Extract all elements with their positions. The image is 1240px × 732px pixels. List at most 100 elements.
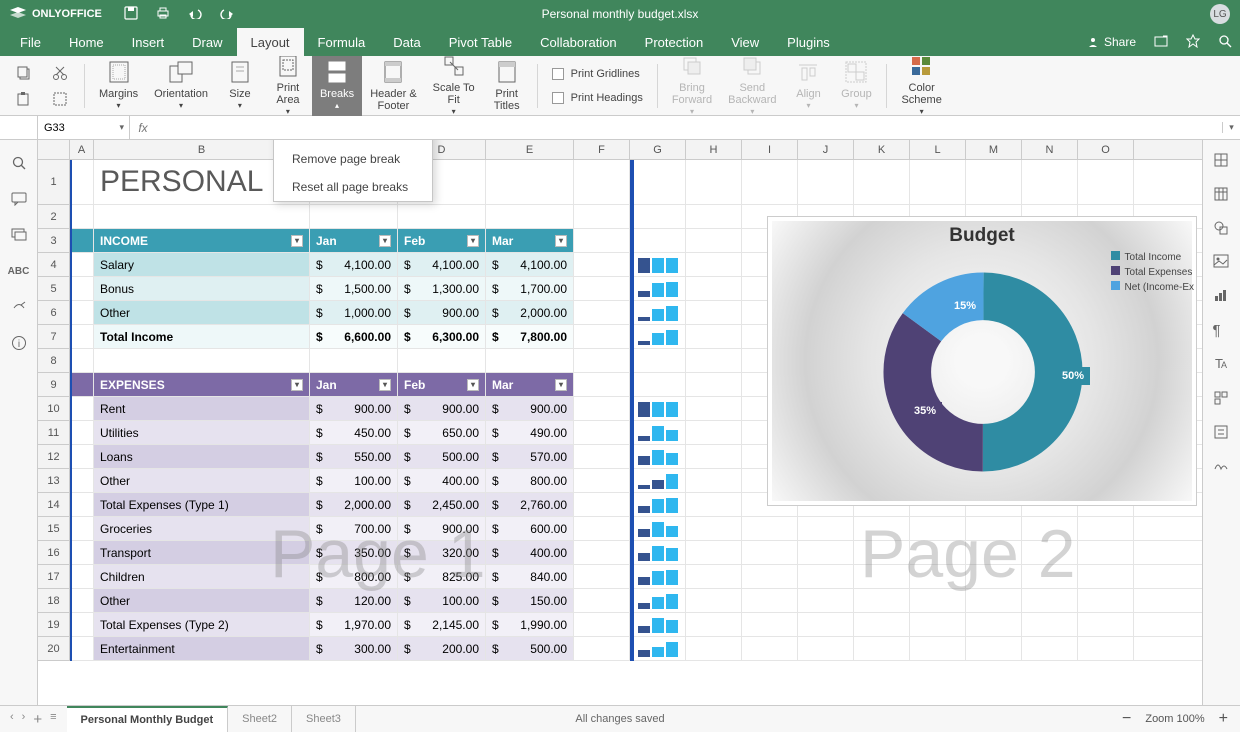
- send-backward-button[interactable]: Send Backward▾: [720, 49, 784, 122]
- row-header-9[interactable]: 9: [38, 373, 69, 397]
- row-header-13[interactable]: 13: [38, 469, 69, 493]
- signature-settings-icon[interactable]: [1213, 458, 1231, 476]
- row-header-5[interactable]: 5: [38, 277, 69, 301]
- row-header-17[interactable]: 17: [38, 565, 69, 589]
- print-titles-button[interactable]: Print Titles: [483, 55, 531, 116]
- row-header-4[interactable]: 4: [38, 253, 69, 277]
- chat-tool-icon[interactable]: [10, 226, 28, 244]
- pilcrow-icon[interactable]: ¶: [1213, 322, 1231, 340]
- search-tool-icon[interactable]: [10, 154, 28, 172]
- undo-icon[interactable]: [188, 7, 202, 22]
- sheet-list-icon[interactable]: ≡: [50, 711, 56, 728]
- print-icon[interactable]: [156, 6, 170, 23]
- align-button[interactable]: Align▾: [784, 55, 832, 116]
- col-header-M[interactable]: M: [966, 140, 1022, 159]
- menu-plugins[interactable]: Plugins: [773, 28, 844, 56]
- about-tool-icon[interactable]: i: [10, 334, 28, 352]
- sheet-tab-1[interactable]: Personal Monthly Budget: [67, 706, 229, 732]
- sheet-tab-3[interactable]: Sheet3: [292, 706, 356, 732]
- print-area-button[interactable]: Print Area▾: [264, 49, 312, 122]
- add-sheet-icon[interactable]: +: [33, 711, 42, 728]
- redo-icon[interactable]: [220, 7, 234, 22]
- zoom-out-icon[interactable]: −: [1122, 710, 1131, 728]
- menu-collab[interactable]: Collaboration: [526, 28, 631, 56]
- scale-fit-button[interactable]: Scale To Fit▾: [425, 49, 483, 122]
- shape-settings-icon[interactable]: [1213, 220, 1231, 238]
- user-avatar[interactable]: LG: [1210, 4, 1230, 24]
- cut-icon[interactable]: [48, 63, 72, 83]
- color-scheme-button[interactable]: Color Scheme▾: [893, 49, 949, 122]
- search-icon[interactable]: [1218, 34, 1232, 51]
- zoom-level[interactable]: Zoom 100%: [1145, 713, 1204, 725]
- orientation-button[interactable]: Orientation▾: [146, 55, 216, 116]
- textart-settings-icon[interactable]: TA: [1213, 356, 1231, 374]
- row-header-1[interactable]: 1: [38, 160, 69, 205]
- expand-formula-icon[interactable]: ▾: [1222, 122, 1240, 133]
- sheet-tab-2[interactable]: Sheet2: [228, 706, 292, 732]
- row-header-2[interactable]: 2: [38, 205, 69, 229]
- reset-page-breaks[interactable]: Reset all page breaks: [274, 173, 432, 201]
- group-button[interactable]: Group▾: [832, 55, 880, 116]
- row-header-15[interactable]: 15: [38, 517, 69, 541]
- menu-layout[interactable]: Layout: [237, 28, 304, 56]
- fx-label[interactable]: fx: [130, 121, 156, 135]
- breaks-button[interactable]: Breaks▴: [312, 55, 362, 116]
- col-header-O[interactable]: O: [1078, 140, 1134, 159]
- row-header-6[interactable]: 6: [38, 301, 69, 325]
- row-header-8[interactable]: 8: [38, 349, 69, 373]
- col-header-I[interactable]: I: [742, 140, 798, 159]
- cell-settings-icon[interactable]: [1213, 152, 1231, 170]
- col-header-G[interactable]: G: [630, 140, 686, 159]
- zoom-in-icon[interactable]: +: [1219, 710, 1228, 728]
- formula-input[interactable]: [156, 116, 1222, 139]
- spreadsheet-area[interactable]: ABCDEFGHIJKLMNO 123456789101112131415161…: [38, 140, 1202, 705]
- cell-reference[interactable]: G33▾: [38, 116, 130, 139]
- menu-data[interactable]: Data: [379, 28, 434, 56]
- print-headings-checkbox[interactable]: Print Headings: [552, 90, 643, 106]
- menu-protection[interactable]: Protection: [631, 28, 718, 56]
- size-button[interactable]: Size▾: [216, 55, 264, 116]
- row-header-19[interactable]: 19: [38, 613, 69, 637]
- open-location-icon[interactable]: [1154, 35, 1168, 50]
- menu-home[interactable]: Home: [55, 28, 118, 56]
- next-sheet-icon[interactable]: ›: [22, 711, 26, 728]
- row-header-3[interactable]: 3: [38, 229, 69, 253]
- col-header-K[interactable]: K: [854, 140, 910, 159]
- header-footer-button[interactable]: Header & Footer: [362, 55, 424, 116]
- share-button[interactable]: Share: [1087, 35, 1136, 49]
- row-header-12[interactable]: 12: [38, 445, 69, 469]
- slicer-settings-icon[interactable]: [1213, 424, 1231, 442]
- save-icon[interactable]: [124, 6, 138, 23]
- col-header-L[interactable]: L: [910, 140, 966, 159]
- menu-draw[interactable]: Draw: [178, 28, 236, 56]
- margins-button[interactable]: Margins▾: [91, 55, 146, 116]
- menu-file[interactable]: File: [6, 28, 55, 56]
- spellcheck-tool-icon[interactable]: ABC: [10, 262, 28, 280]
- col-header-A[interactable]: A: [70, 140, 94, 159]
- paste-icon[interactable]: [12, 89, 36, 109]
- menu-view[interactable]: View: [717, 28, 773, 56]
- col-header-N[interactable]: N: [1022, 140, 1078, 159]
- feedback-tool-icon[interactable]: [10, 298, 28, 316]
- row-header-18[interactable]: 18: [38, 589, 69, 613]
- row-header-20[interactable]: 20: [38, 637, 69, 661]
- row-header-7[interactable]: 7: [38, 325, 69, 349]
- select-icon[interactable]: [48, 89, 72, 109]
- row-header-16[interactable]: 16: [38, 541, 69, 565]
- row-header-14[interactable]: 14: [38, 493, 69, 517]
- favorite-icon[interactable]: [1186, 34, 1200, 51]
- menu-pivot[interactable]: Pivot Table: [435, 28, 526, 56]
- pivot-settings-icon[interactable]: [1213, 390, 1231, 408]
- menu-formula[interactable]: Formula: [304, 28, 380, 56]
- bring-forward-button[interactable]: Bring Forward▾: [664, 49, 720, 122]
- budget-chart[interactable]: Budget 50% 35% 15% Total Income Total Ex…: [767, 216, 1197, 506]
- col-header-E[interactable]: E: [486, 140, 574, 159]
- print-gridlines-checkbox[interactable]: Print Gridlines: [552, 66, 643, 82]
- chart-settings-icon[interactable]: [1213, 288, 1231, 306]
- table-settings-icon[interactable]: [1213, 186, 1231, 204]
- col-header-J[interactable]: J: [798, 140, 854, 159]
- menu-insert[interactable]: Insert: [118, 28, 179, 56]
- row-header-11[interactable]: 11: [38, 421, 69, 445]
- col-header-F[interactable]: F: [574, 140, 630, 159]
- prev-sheet-icon[interactable]: ‹: [10, 711, 14, 728]
